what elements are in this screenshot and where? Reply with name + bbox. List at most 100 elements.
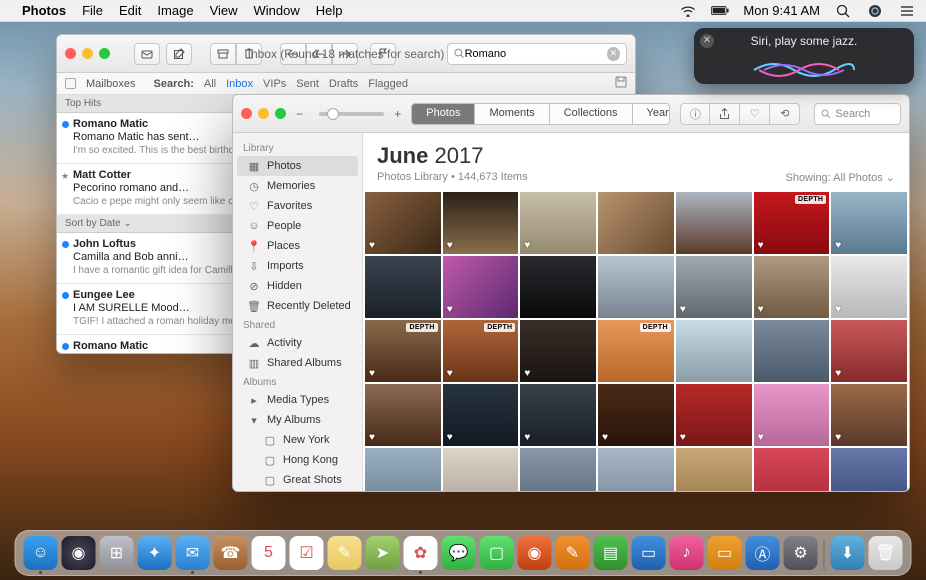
get-mail-button[interactable] <box>134 43 160 65</box>
filter-inbox[interactable]: Inbox <box>226 78 253 90</box>
dock-contacts[interactable]: ☎ <box>214 536 248 570</box>
window-zoom-button[interactable] <box>275 108 286 119</box>
battery-icon[interactable] <box>711 3 729 19</box>
dock-calendar[interactable]: 5 <box>252 536 286 570</box>
photo-thumbnail[interactable]: ♥DEPTH <box>365 320 441 382</box>
photo-thumbnail[interactable] <box>676 192 752 254</box>
zoom-slider[interactable] <box>319 112 384 116</box>
dock-reminders[interactable]: ☑ <box>290 536 324 570</box>
photo-thumbnail[interactable]: ♥ <box>831 384 907 446</box>
mailboxes-toggle[interactable] <box>65 78 76 89</box>
photo-thumbnail[interactable] <box>598 448 674 491</box>
slider-knob[interactable] <box>327 108 339 120</box>
photo-thumbnail[interactable] <box>831 448 907 491</box>
dock-finder[interactable]: ☺ <box>24 536 58 570</box>
dock-photobooth[interactable]: ◉ <box>518 536 552 570</box>
photo-thumbnail[interactable] <box>676 320 752 382</box>
photo-thumbnail[interactable]: ♥ <box>365 384 441 446</box>
photo-thumbnail[interactable] <box>754 320 830 382</box>
filter-all[interactable]: All <box>204 78 216 90</box>
photo-thumbnail[interactable] <box>443 448 519 491</box>
clear-search-button[interactable]: ✕ <box>607 47 620 61</box>
dock-trash[interactable]: 🗑 <box>869 536 903 570</box>
sidebar-item[interactable]: ▢Great Shots <box>233 470 362 490</box>
delete-button[interactable] <box>236 43 262 65</box>
sidebar-item[interactable]: ▦Photos <box>237 156 358 176</box>
app-menu[interactable]: Photos <box>22 3 66 18</box>
dock-mail[interactable]: ✉ <box>176 536 210 570</box>
sidebar-item[interactable]: ⇩Imports <box>233 256 362 276</box>
photo-thumbnail[interactable] <box>676 448 752 491</box>
dock-safari[interactable]: ✦ <box>138 536 172 570</box>
compose-button[interactable] <box>166 43 192 65</box>
photo-thumbnail[interactable]: ♥ <box>831 256 907 318</box>
menu-help[interactable]: Help <box>316 3 343 18</box>
photo-thumbnail[interactable] <box>598 192 674 254</box>
dock-preferences[interactable]: ⚙ <box>784 536 818 570</box>
mail-search-input[interactable] <box>465 48 607 60</box>
dock-photos[interactable]: ✿ <box>404 536 438 570</box>
dock-messages[interactable]: 💬 <box>442 536 476 570</box>
photo-thumbnail[interactable]: ♥ <box>831 320 907 382</box>
wifi-icon[interactable] <box>679 3 697 19</box>
photo-thumbnail[interactable]: ♥ <box>443 256 519 318</box>
filter-sent[interactable]: Sent <box>296 78 319 90</box>
window-close-button[interactable] <box>241 108 252 119</box>
sidebar-item[interactable]: ▢Edit Examples <box>233 490 362 491</box>
photo-thumbnail[interactable]: ♥ <box>365 192 441 254</box>
photo-thumbnail[interactable] <box>365 448 441 491</box>
archive-button[interactable] <box>210 43 236 65</box>
tab-years[interactable]: Years <box>633 104 671 124</box>
sidebar-item[interactable]: ♡Favorites <box>233 196 362 216</box>
filter-drafts[interactable]: Drafts <box>329 78 358 90</box>
sidebar-item[interactable]: ☺People <box>233 216 362 236</box>
spotlight-icon[interactable] <box>834 3 852 19</box>
rotate-button[interactable]: ⟲ <box>770 103 800 125</box>
photo-thumbnail[interactable]: ♥ <box>598 384 674 446</box>
favorite-button[interactable]: ♡ <box>740 103 770 125</box>
photo-thumbnail[interactable] <box>520 256 596 318</box>
save-search-button[interactable] <box>615 76 627 91</box>
photo-thumbnail[interactable]: ♥ <box>754 256 830 318</box>
photo-thumbnail[interactable] <box>754 448 830 491</box>
dock-ibooks[interactable]: ▭ <box>708 536 742 570</box>
window-close-button[interactable] <box>65 48 76 59</box>
dock-maps[interactable]: ➤ <box>366 536 400 570</box>
filter-flagged[interactable]: Flagged <box>368 78 408 90</box>
dock-siri[interactable]: ◉ <box>62 536 96 570</box>
photo-thumbnail[interactable]: ♥DEPTH <box>754 192 830 254</box>
menubar-clock[interactable]: Mon 9:41 AM <box>743 3 820 18</box>
window-minimize-button[interactable] <box>258 108 269 119</box>
photo-thumbnail[interactable]: ♥ <box>676 256 752 318</box>
window-zoom-button[interactable] <box>99 48 110 59</box>
filter-vips[interactable]: VIPs <box>263 78 286 90</box>
photo-thumbnail[interactable]: ♥ <box>443 192 519 254</box>
photo-thumbnail[interactable]: ♥ <box>520 320 596 382</box>
photo-thumbnail[interactable]: ♥ <box>520 384 596 446</box>
sidebar-item[interactable]: ☁Activity <box>233 333 362 353</box>
photo-thumbnail[interactable]: ♥ <box>520 192 596 254</box>
siri-icon[interactable] <box>866 3 884 19</box>
dock-notes[interactable]: ✎ <box>328 536 362 570</box>
flag-button[interactable] <box>370 43 396 65</box>
sidebar-item[interactable]: ⊘Hidden <box>233 276 362 296</box>
tab-collections[interactable]: Collections <box>550 104 633 124</box>
forward-button[interactable] <box>332 43 358 65</box>
dock-appstore[interactable]: Ⓐ <box>746 536 780 570</box>
mail-titlebar[interactable]: Inbox (Found 18 matches for search) ✕ <box>57 35 635 73</box>
dock-keynote[interactable]: ▭ <box>632 536 666 570</box>
showing-filter[interactable]: Showing: All Photos ⌄ <box>785 171 895 184</box>
tab-moments[interactable]: Moments <box>475 104 549 124</box>
photo-thumbnail[interactable]: ♥ <box>676 384 752 446</box>
siri-close-button[interactable]: ✕ <box>700 34 714 48</box>
reply-button[interactable] <box>280 43 306 65</box>
photo-thumbnail[interactable]: ♥DEPTH <box>443 320 519 382</box>
sidebar-item[interactable]: ▢New York <box>233 430 362 450</box>
sidebar-item[interactable]: ▥Shared Albums <box>233 353 362 373</box>
photo-thumbnail[interactable]: DEPTH <box>598 320 674 382</box>
info-button[interactable]: ⓘ <box>680 103 710 125</box>
sidebar-item[interactable]: ▾My Albums <box>233 410 362 430</box>
mail-search-field[interactable]: ✕ <box>447 43 627 65</box>
photo-thumbnail[interactable] <box>520 448 596 491</box>
share-button[interactable] <box>710 103 740 125</box>
